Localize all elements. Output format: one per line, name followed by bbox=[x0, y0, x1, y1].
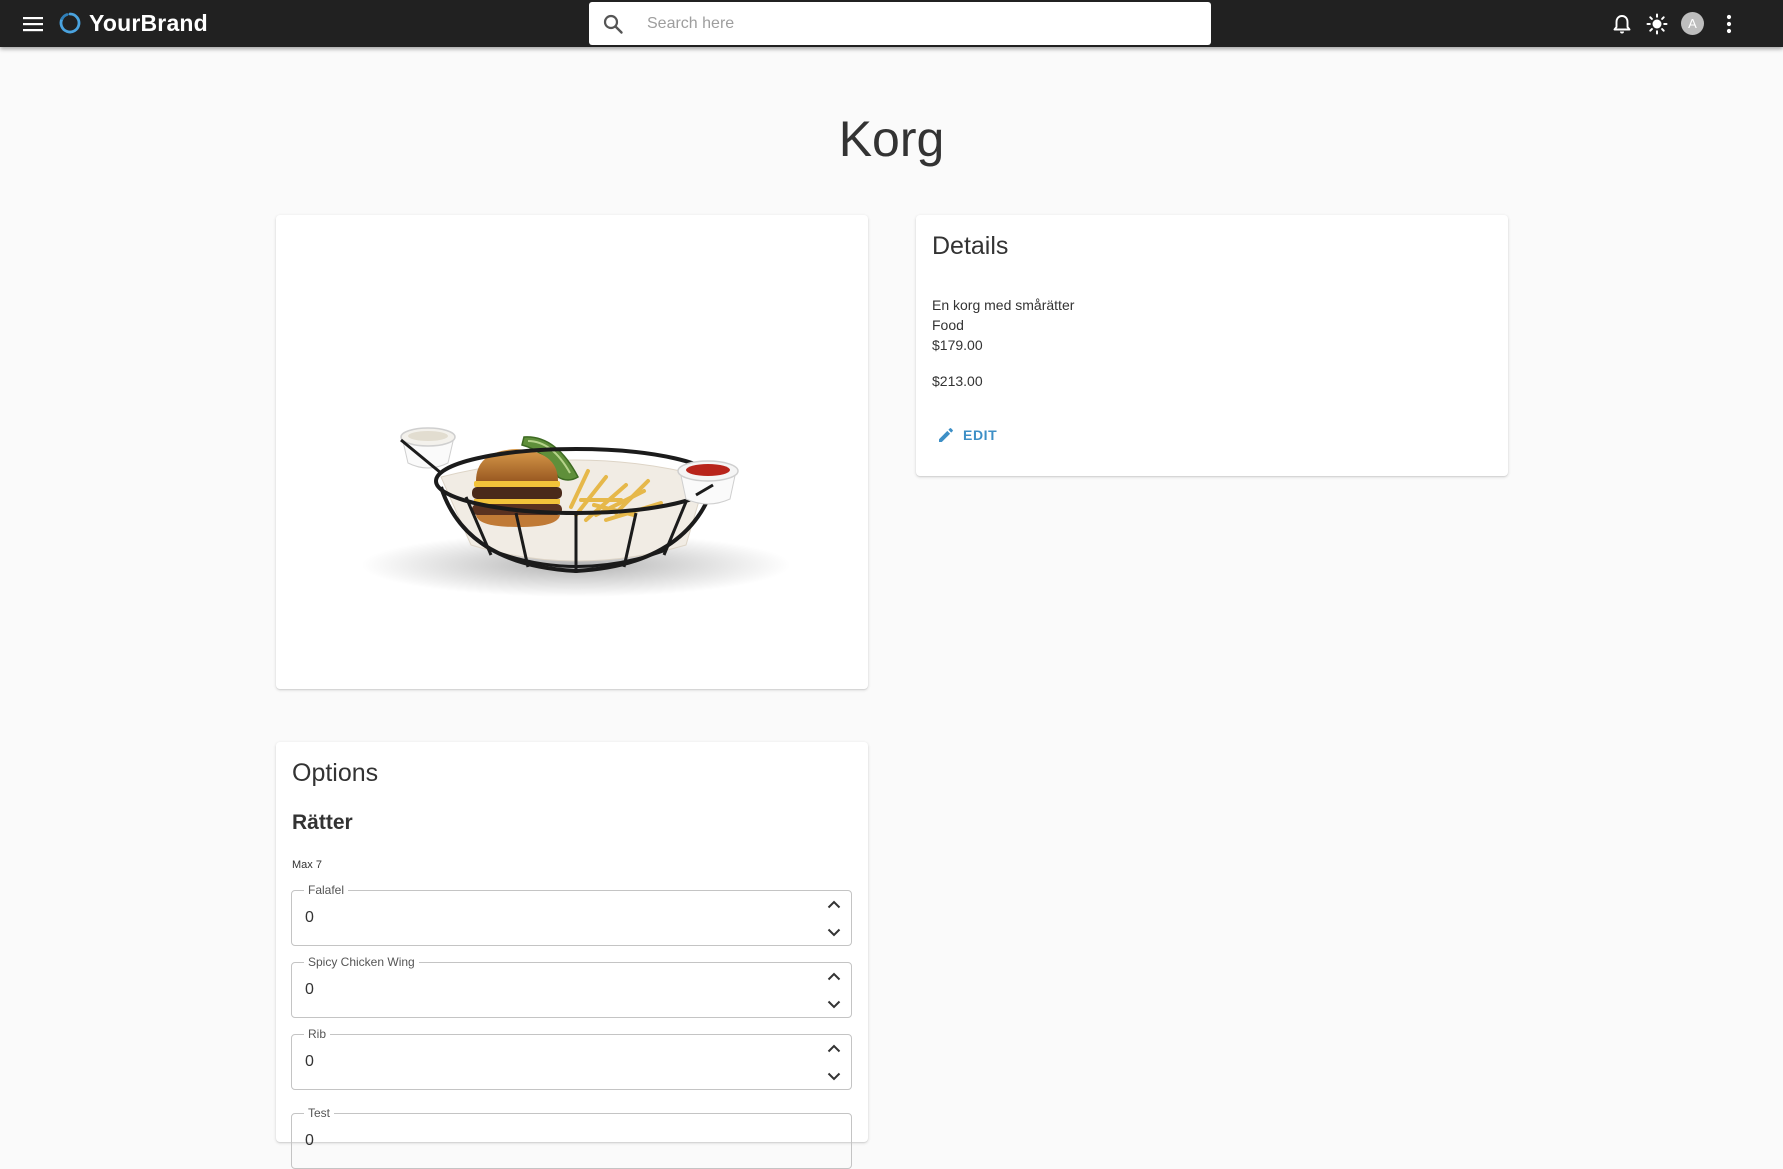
quantity-input[interactable] bbox=[305, 1127, 785, 1155]
search-bar[interactable] bbox=[589, 2, 1211, 45]
brand-logo-icon bbox=[59, 12, 81, 34]
page-title: Korg bbox=[838, 111, 945, 167]
number-field-spicy-chicken-wing[interactable]: Spicy Chicken Wing bbox=[291, 954, 852, 1018]
search-icon bbox=[603, 14, 623, 34]
details-card: Details En korg med smårätter Food $179.… bbox=[916, 215, 1508, 476]
quantity-input[interactable] bbox=[305, 1048, 785, 1076]
quantity-input[interactable] bbox=[305, 904, 785, 932]
options-card: Options Rätter Max 7 Falafel Spicy Chick… bbox=[276, 742, 868, 1169]
quantity-input[interactable] bbox=[305, 976, 785, 1004]
number-field-falafel[interactable]: Falafel bbox=[291, 882, 852, 946]
field-label: Falafel bbox=[304, 882, 349, 898]
brightness-icon[interactable] bbox=[1644, 11, 1670, 37]
product-image bbox=[361, 427, 791, 597]
details-title: Details bbox=[932, 232, 1009, 260]
options-title: Options bbox=[292, 759, 379, 787]
chevron-up-icon[interactable] bbox=[825, 1039, 843, 1057]
bell-icon[interactable] bbox=[1609, 11, 1635, 37]
number-field-test[interactable]: Test bbox=[291, 1105, 852, 1169]
chevron-down-icon[interactable] bbox=[825, 1067, 843, 1085]
edit-button[interactable]: EDIT bbox=[933, 420, 1005, 450]
max-label: Max 7 bbox=[292, 859, 322, 871]
field-label: Spicy Chicken Wing bbox=[304, 954, 419, 970]
chevron-down-icon[interactable] bbox=[825, 923, 843, 941]
top-app-bar: YourBrand A bbox=[0, 0, 1783, 47]
description-text: En korg med smårätter bbox=[932, 297, 1075, 313]
search-input[interactable] bbox=[647, 2, 1197, 45]
chevron-up-icon[interactable] bbox=[825, 895, 843, 913]
more-vert-icon[interactable] bbox=[1716, 11, 1742, 37]
section-title: Rätter bbox=[292, 811, 353, 834]
category-text: Food bbox=[932, 317, 964, 333]
price-text: $179.00 bbox=[932, 337, 983, 353]
chevron-down-icon[interactable] bbox=[825, 995, 843, 1013]
product-image-card bbox=[276, 215, 868, 689]
avatar[interactable]: A bbox=[1681, 12, 1704, 35]
menu-icon[interactable] bbox=[20, 11, 46, 37]
field-label: Rib bbox=[304, 1026, 331, 1042]
pencil-icon bbox=[939, 428, 953, 442]
edit-button-label: EDIT bbox=[963, 427, 998, 443]
brand-name[interactable]: YourBrand bbox=[89, 10, 208, 36]
field-label: Test bbox=[304, 1105, 335, 1121]
number-field-rib[interactable]: Rib bbox=[291, 1026, 852, 1090]
chevron-up-icon[interactable] bbox=[825, 967, 843, 985]
secondary-price-text: $213.00 bbox=[932, 373, 983, 389]
